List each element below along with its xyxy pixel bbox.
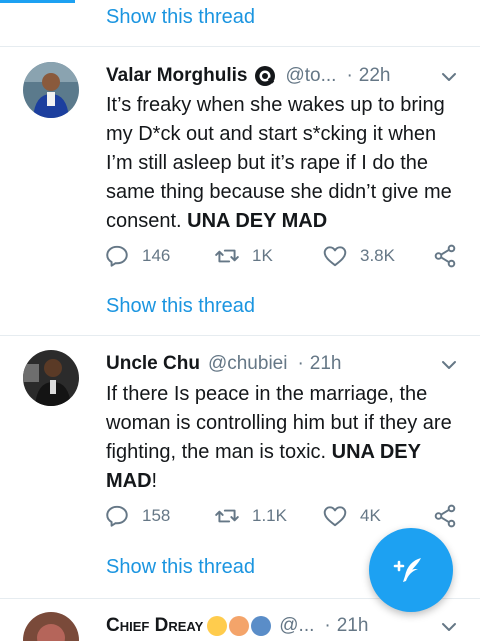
user-handle[interactable]: @... [279, 615, 314, 637]
retweet-count: 1K [252, 246, 273, 265]
divider [0, 46, 480, 47]
share-icon [434, 504, 456, 528]
like-count: 3.8K [360, 246, 395, 265]
share-button[interactable] [432, 241, 470, 271]
like-button[interactable]: 4K [322, 501, 381, 531]
tweet-header: Uncle Chu @chubiei · 21h [106, 351, 341, 377]
share-button[interactable] [432, 501, 470, 531]
timestamp[interactable]: 21h [310, 353, 342, 375]
timestamp[interactable]: 22h [359, 65, 391, 87]
avatar[interactable] [23, 350, 79, 406]
mechanic-emoji-icon [251, 616, 272, 636]
retweet-count: 1.1K [252, 506, 287, 525]
tweet-header: Chief Dreay @... · 21h [106, 613, 368, 639]
tweet-header: Valar Morghulis @to... · 22h [106, 63, 391, 89]
technologist-emoji-icon [229, 616, 250, 636]
share-icon [434, 244, 456, 268]
retweet-icon [215, 249, 239, 263]
retweet-icon [215, 509, 239, 523]
chevron-down-icon[interactable] [438, 616, 460, 638]
retweet-button[interactable]: 1K [214, 241, 273, 271]
display-name[interactable]: Uncle Chu [106, 353, 200, 375]
separator-dot: · [297, 353, 304, 374]
tweet-actions: 158 1.1K 4K [104, 501, 464, 531]
reply-count: 146 [142, 246, 171, 265]
heart-icon [323, 246, 347, 267]
eye-badge-icon [253, 64, 277, 88]
reply-count: 158 [142, 506, 171, 525]
user-handle[interactable]: @to... [285, 65, 336, 87]
active-tab-indicator [0, 0, 75, 3]
chevron-down-icon[interactable] [438, 66, 460, 88]
compose-tweet-icon [393, 558, 421, 582]
show-thread-link[interactable]: Show this thread [106, 556, 255, 579]
tweet-text: It’s freaky when she wakes up to bring m… [106, 91, 466, 236]
tweet-text: If there Is peace in the marriage, the w… [106, 380, 466, 496]
tweet-text-bold: UNA DEY MAD [187, 210, 328, 232]
avatar[interactable] [23, 62, 79, 118]
show-thread-link[interactable]: Show this thread [106, 295, 255, 318]
separator-dot: · [346, 65, 353, 86]
display-name[interactable]: Chief Dreay [106, 615, 203, 637]
compose-tweet-button[interactable] [369, 528, 453, 612]
avatar[interactable] [23, 612, 79, 641]
timestamp[interactable]: 21h [337, 615, 369, 637]
like-count: 4K [360, 506, 381, 525]
reply-icon [106, 505, 128, 527]
user-handle[interactable]: @chubiei [208, 353, 288, 375]
tweet-actions: 146 1K 3.8K [104, 241, 464, 271]
retweet-button[interactable]: 1.1K [214, 501, 287, 531]
show-thread-link[interactable]: Show this thread [106, 6, 255, 29]
reply-icon [106, 245, 128, 267]
tweet-text-part: ! [151, 470, 158, 492]
separator-dot: · [324, 615, 331, 636]
heart-icon [323, 506, 347, 527]
mask-emoji-icon [207, 616, 228, 636]
chevron-down-icon[interactable] [438, 354, 460, 376]
reply-button[interactable]: 158 [104, 501, 170, 531]
reply-button[interactable]: 146 [104, 241, 170, 271]
like-button[interactable]: 3.8K [322, 241, 395, 271]
divider [0, 335, 480, 336]
display-name[interactable]: Valar Morghulis [106, 65, 247, 87]
